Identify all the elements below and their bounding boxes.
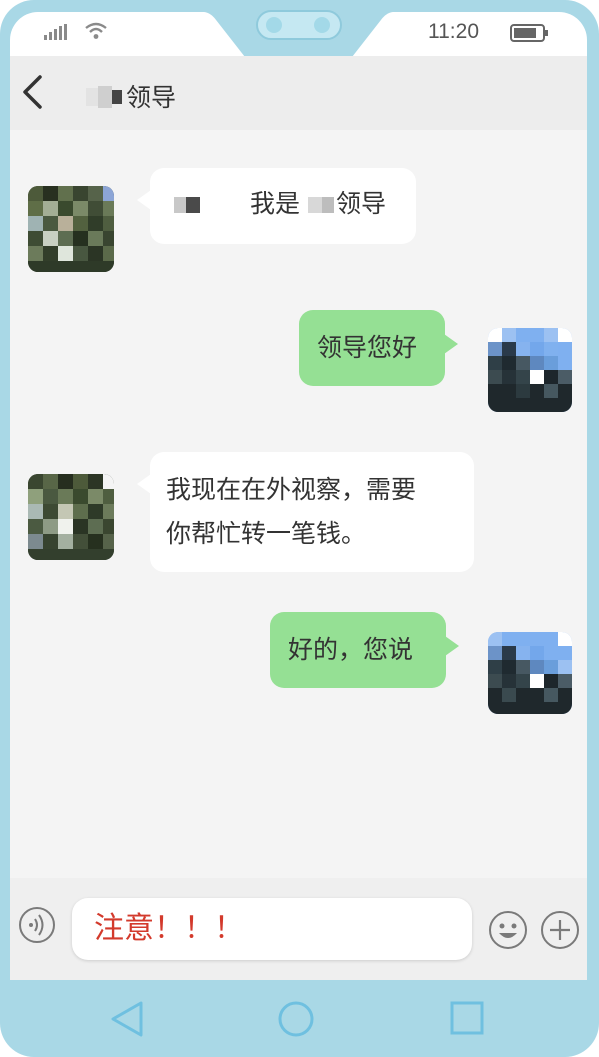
chat-header: 领导 (10, 56, 587, 130)
message-text: 领导 (336, 189, 387, 218)
emoji-icon[interactable] (488, 910, 528, 950)
wifi-icon (85, 22, 107, 39)
status-time: 11:20 (428, 20, 479, 43)
message-text: 我是 (250, 189, 301, 218)
message-bubble-sent[interactable]: 领导您好 (299, 310, 458, 386)
redacted-text-mosaic (174, 197, 200, 213)
circle-home-icon[interactable] (277, 1000, 315, 1038)
input-text: 注意！！！ (94, 911, 244, 946)
chat-screen: 领导 我是 领导 领导您好 我现在在外视察，需要 你帮忙转一笔钱。 好的，您说 … (10, 56, 587, 980)
signal-icon (44, 24, 67, 40)
chat-input-bar: 注意！！！ (10, 878, 587, 980)
battery-icon (510, 24, 548, 42)
plus-icon[interactable] (540, 910, 580, 950)
message-text-line: 你帮忙转一笔钱。 (166, 519, 367, 548)
message-bubble-received[interactable]: 我是 领导 (137, 168, 416, 244)
my-avatar[interactable] (488, 632, 572, 714)
square-recent-icon[interactable] (450, 1001, 484, 1035)
phone-frame: 11:20 领导 我是 领导 领导您好 我现在在外视察，需要 你帮忙转一笔钱。 … (0, 0, 599, 1057)
voice-icon[interactable] (18, 906, 56, 944)
camera-notch (256, 10, 342, 40)
status-bar-right (392, 12, 587, 56)
status-bar-left (10, 12, 205, 56)
message-bubble-received[interactable]: 我现在在外视察，需要 你帮忙转一笔钱。 (137, 452, 474, 572)
message-bubble-sent[interactable]: 好的，您说 (270, 612, 459, 688)
sensor-lens (314, 17, 330, 33)
message-input[interactable]: 注意！！！ (72, 898, 472, 960)
contact-avatar[interactable] (28, 186, 114, 272)
contact-avatar[interactable] (28, 474, 114, 560)
redacted-name-mosaic (86, 86, 122, 108)
chevron-left-icon[interactable] (18, 74, 46, 110)
triangle-back-icon[interactable] (108, 999, 146, 1039)
redacted-text-mosaic (308, 197, 335, 213)
message-text: 领导您好 (317, 333, 418, 362)
chat-title: 领导 (126, 83, 177, 112)
message-text: 好的，您说 (288, 635, 414, 664)
message-text-line: 我现在在外视察，需要 (166, 475, 417, 504)
camera-lens (266, 17, 282, 33)
my-avatar[interactable] (488, 328, 572, 412)
